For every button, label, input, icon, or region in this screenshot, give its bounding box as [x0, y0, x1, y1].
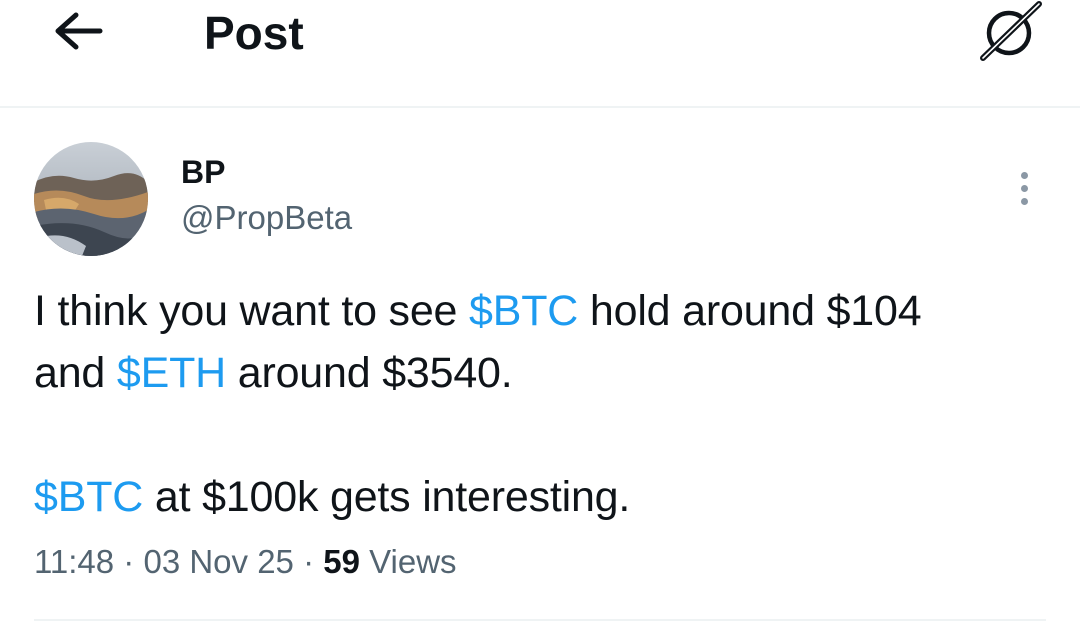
tweet-line: and $ETH around $3540.: [34, 342, 1054, 404]
top-bar: Post: [0, 0, 1080, 108]
tweet-text-segment: I think you want to see: [34, 287, 470, 335]
cashtag-link[interactable]: $BTC: [469, 287, 578, 335]
tweet-meta: 11:48 · 03 Nov 25 · 59 Views: [34, 540, 457, 584]
more-dot-icon: [1020, 184, 1028, 192]
meta-separator: ·: [114, 543, 144, 580]
author-display-name[interactable]: BP: [181, 152, 225, 192]
tweet-text-segment: and: [34, 349, 117, 397]
tweet-line: $BTC at $100k gets interesting.: [34, 466, 1054, 528]
more-dot-icon: [1020, 197, 1028, 205]
author-handle[interactable]: @PropBeta: [181, 198, 352, 238]
tweet-text-segment: hold around $104: [578, 287, 922, 335]
tweet-text-segment: around $3540.: [226, 349, 513, 397]
arrow-left-icon: [52, 11, 104, 56]
cashtag-link[interactable]: $BTC: [34, 473, 143, 521]
post-time[interactable]: 11:48: [34, 543, 114, 580]
more-options-button[interactable]: [1000, 164, 1048, 212]
page-title: Post: [204, 7, 304, 59]
grok-button[interactable]: [976, 0, 1048, 66]
tweet-line: I think you want to see $BTC hold around…: [34, 280, 1054, 342]
post-date[interactable]: 03 Nov 25: [143, 543, 293, 580]
grok-icon: [979, 0, 1045, 67]
views-count[interactable]: 59: [323, 543, 360, 580]
divider: [34, 619, 1046, 621]
cashtag-link[interactable]: $ETH: [117, 349, 226, 397]
back-button[interactable]: [48, 8, 108, 58]
tweet-text-segment: at $100k gets interesting.: [143, 473, 631, 521]
more-dot-icon: [1020, 171, 1028, 179]
views-label[interactable]: Views: [360, 543, 456, 580]
avatar[interactable]: [34, 142, 148, 256]
meta-separator: ·: [293, 543, 324, 580]
tweet-body: I think you want to see $BTC hold around…: [34, 280, 1054, 528]
